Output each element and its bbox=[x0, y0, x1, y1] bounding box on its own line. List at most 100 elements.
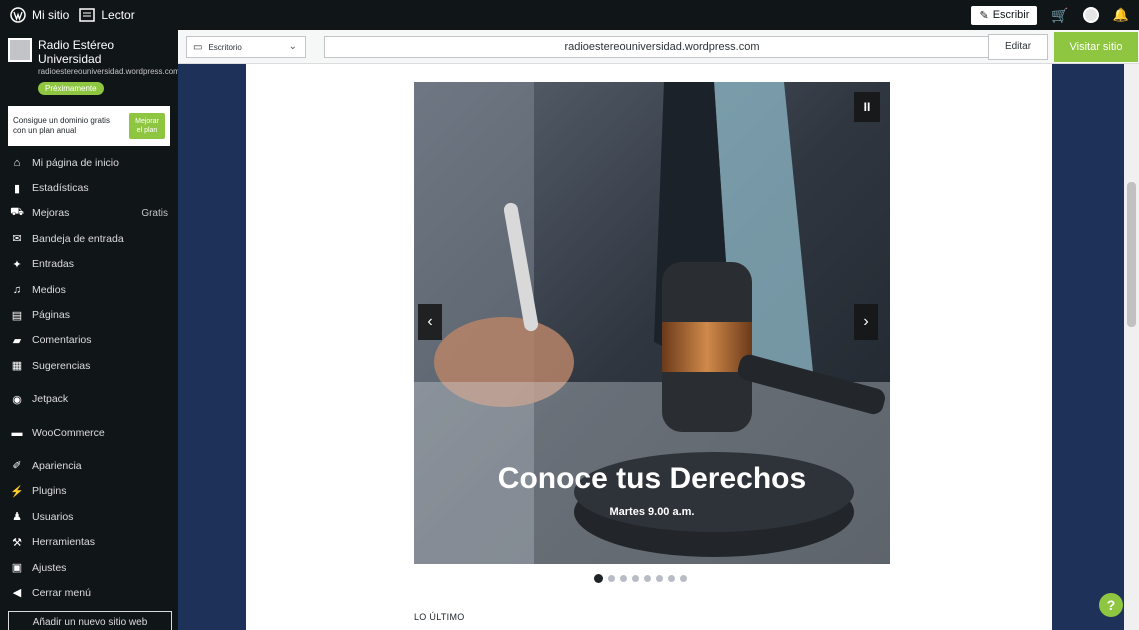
sidebar-item-woocommerce[interactable]: ▬ WooCommerce bbox=[0, 420, 178, 445]
sidebar-item-label: Plugins bbox=[32, 485, 67, 498]
monitor-icon: ▭ bbox=[193, 41, 203, 53]
site-url: radioestereouniversidad.wordpress.com bbox=[38, 67, 180, 76]
slider-dot[interactable] bbox=[632, 574, 639, 582]
slider-next-button[interactable]: › bbox=[854, 304, 878, 340]
sidebar-item-label: Sugerencias bbox=[32, 359, 91, 372]
sidebar-item-label: Jetpack bbox=[32, 393, 69, 406]
settings-icon: ▣ bbox=[11, 562, 23, 575]
sidebar-item-plugins[interactable]: ⚡ Plugins bbox=[0, 479, 178, 504]
plan-badge: Préximamente bbox=[38, 82, 104, 95]
sidebar-item-label: Mejoras bbox=[32, 207, 70, 220]
add-new-site-button[interactable]: Añadir un nuevo sitio web bbox=[8, 611, 172, 630]
sidebar-item-label: Entradas bbox=[32, 258, 75, 271]
device-select[interactable]: ▭ Escritorio ⌄ bbox=[186, 36, 306, 58]
sidebar-item-label: Estadísticas bbox=[32, 182, 89, 195]
comment-icon: ▰ bbox=[12, 334, 22, 347]
slider-dot[interactable] bbox=[620, 574, 627, 582]
reader-label: Lector bbox=[101, 8, 135, 22]
my-site-label: Mi sitio bbox=[32, 8, 70, 22]
collapse-icon: ◀ bbox=[12, 587, 22, 600]
sidebar-item-label: Mi página de inicio bbox=[32, 156, 119, 169]
slider-dot[interactable] bbox=[594, 573, 603, 583]
sidebar-item-label: Usuarios bbox=[32, 510, 74, 523]
sidebar-item-label: Herramientas bbox=[32, 536, 96, 549]
preview-url: radioestereouniversidad.wordpress.com bbox=[324, 36, 1000, 58]
sidebar-item-label: Medios bbox=[32, 283, 66, 296]
slider-prev-button[interactable]: ‹ bbox=[418, 304, 442, 340]
sidebar-item-home[interactable]: ⌂ Mi página de inicio bbox=[0, 150, 178, 175]
reader-link[interactable]: Lector bbox=[79, 8, 135, 22]
slide-subtitle: Martes 9.00 a.m. bbox=[609, 506, 695, 518]
avatar[interactable] bbox=[1082, 7, 1099, 23]
pin-icon: ✦ bbox=[12, 258, 22, 271]
jetpack-icon: ◉ bbox=[12, 393, 22, 406]
cart-icon: ⛟ bbox=[10, 206, 24, 219]
media-icon: ♫ bbox=[12, 283, 22, 296]
sidebar-item-tools[interactable]: ⚒ Herramientas bbox=[0, 529, 178, 554]
site-name: Radio Estéreo Universidad bbox=[38, 38, 115, 66]
slider-dot[interactable] bbox=[608, 574, 615, 582]
page-background-left bbox=[178, 64, 246, 630]
plug-icon: ⚡ bbox=[10, 485, 24, 498]
sidebar-item-stats[interactable]: ▮ Estadísticas bbox=[0, 175, 178, 200]
notifications-bell-icon[interactable]: 🔔 bbox=[1113, 7, 1129, 23]
mail-icon: ✉ bbox=[12, 233, 22, 246]
slider-dot[interactable] bbox=[668, 574, 675, 582]
sidebar-item-feedback[interactable]: ▦ Sugerencias bbox=[0, 353, 178, 378]
slider-pagination bbox=[594, 573, 687, 583]
slider-dot[interactable] bbox=[680, 574, 687, 582]
wordpress-admin-screen: Mi sitio Lector ✎ Escribir 🛒 🔔 Radio Est… bbox=[0, 0, 1139, 630]
scrollbar-track[interactable] bbox=[1124, 64, 1139, 630]
sidebar-menu: ⌂ Mi página de inicio ▮ Estadísticas ⛟ Mejo… bbox=[0, 150, 178, 606]
write-button[interactable]: ✎ Escribir bbox=[971, 5, 1038, 25]
cart-icon[interactable]: 🛒 bbox=[1051, 7, 1068, 24]
slider-dot[interactable] bbox=[656, 574, 663, 582]
stats-icon: ▮ bbox=[13, 182, 21, 195]
brush-icon: ✐ bbox=[12, 460, 22, 473]
sidebar-item-label: Apariencia bbox=[32, 459, 82, 472]
page-background-right bbox=[1052, 64, 1124, 630]
site-header[interactable]: Radio Estéreo Universidad radioestereoun… bbox=[0, 30, 180, 77]
pen-icon: ✎ bbox=[979, 9, 989, 22]
home-icon: ⌂ bbox=[13, 156, 21, 169]
domain-promo: Consigue un dominio gratis con un plan a… bbox=[8, 106, 170, 146]
page-icon: ▤ bbox=[11, 309, 23, 322]
sidebar-item-appearance[interactable]: ✐ Apariencia bbox=[0, 453, 178, 478]
latest-section-heading: LO ÚLTIMO bbox=[414, 612, 465, 622]
help-button[interactable]: ? bbox=[1099, 593, 1123, 617]
sidebar-item-settings[interactable]: ▣ Ajustes bbox=[0, 555, 178, 580]
promo-text: Consigue un dominio gratis con un plan a… bbox=[13, 116, 110, 135]
sidebar-item-pages[interactable]: ▤ Páginas bbox=[0, 302, 178, 327]
sidebar-item-users[interactable]: ♟ Usuarios bbox=[0, 504, 178, 529]
sidebar-item-label: Ajustes bbox=[32, 561, 67, 574]
sidebar-item-inbox[interactable]: ✉ Bandeja de entrada bbox=[0, 226, 178, 251]
sidebar-item-media[interactable]: ♫ Medios bbox=[0, 277, 178, 302]
slider-dot[interactable] bbox=[644, 574, 651, 582]
site-icon bbox=[8, 38, 32, 62]
upgrade-plan-button[interactable]: Mejorar el plan bbox=[129, 113, 165, 139]
visit-site-button[interactable]: Visitar sitio bbox=[1054, 32, 1138, 62]
sidebar-item-jetpack[interactable]: ◉ Jetpack bbox=[0, 387, 178, 412]
admin-sidebar: Radio Estéreo Universidad radioestereoun… bbox=[0, 30, 180, 630]
slider-pause-button[interactable]: II bbox=[854, 92, 880, 122]
sidebar-item-upgrades[interactable]: ⛟ Mejoras Gratis bbox=[0, 201, 178, 226]
sidebar-item-label: Páginas bbox=[32, 309, 70, 322]
sidebar-item-label: Cerrar menú bbox=[32, 586, 91, 599]
scrollbar-thumb[interactable] bbox=[1127, 182, 1136, 327]
write-label: Escribir bbox=[992, 9, 1030, 21]
sidebar-item-label: Comentarios bbox=[32, 334, 92, 347]
sidebar-item-label: WooCommerce bbox=[32, 426, 105, 439]
wrench-icon: ⚒ bbox=[12, 536, 22, 549]
sidebar-item-collapse[interactable]: ◀ Cerrar menú bbox=[0, 580, 178, 605]
sidebar-item-posts[interactable]: ✦ Entradas bbox=[0, 252, 178, 277]
my-site-link[interactable]: Mi sitio bbox=[10, 7, 69, 23]
slide-title: Conoce tus Derechos bbox=[497, 462, 807, 495]
edit-button[interactable]: Editar bbox=[988, 34, 1048, 60]
sidebar-item-comments[interactable]: ▰ Comentarios bbox=[0, 328, 178, 353]
chevron-down-icon: ⌄ bbox=[288, 41, 297, 52]
woo-icon: ▬ bbox=[11, 426, 23, 439]
user-icon: ♟ bbox=[12, 511, 22, 524]
preview-toolbar: ▭ Escritorio ⌄ radioestereouniversidad.w… bbox=[178, 30, 1139, 64]
hero-slider: II ‹ › Conoce tus Derechos Martes 9.00 a… bbox=[414, 82, 890, 564]
device-label: Escritorio bbox=[208, 42, 242, 52]
